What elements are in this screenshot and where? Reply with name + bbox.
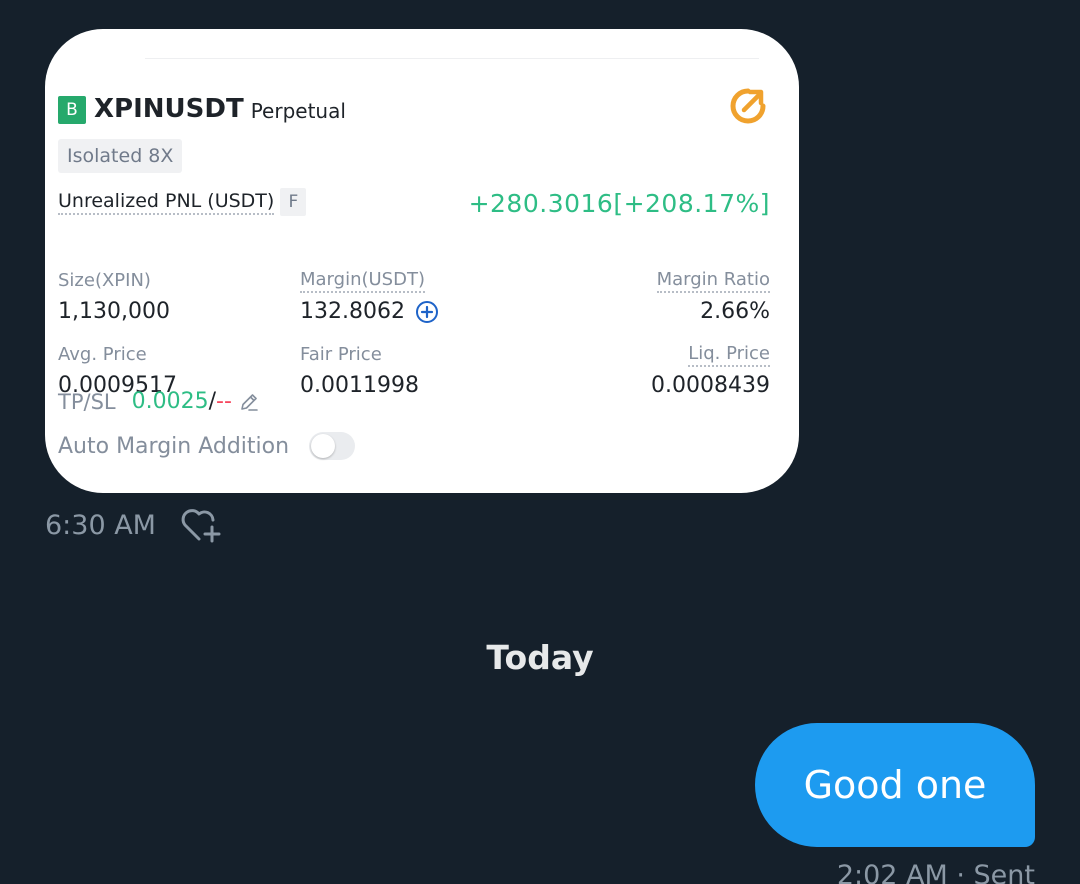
received-time: 6:30 AM <box>45 509 156 541</box>
pnl-label-row: Unrealized PNL (USDT) F <box>58 188 307 216</box>
margin-ratio-cell: Margin Ratio 2.66% <box>656 269 770 328</box>
share-arrow-icon[interactable] <box>727 85 769 127</box>
size-label: Size(XPIN) <box>58 270 151 291</box>
auto-margin-row: Auto Margin Addition <box>58 432 356 460</box>
margin-label: Margin(USDT) <box>300 269 425 293</box>
margin-value: 132.8062 <box>300 299 405 324</box>
liq-price-cell: Liq. Price 0.0008439 <box>651 343 770 402</box>
symbol-name: XPINUSDT <box>94 94 244 124</box>
received-meta-row: 6:30 AM <box>45 505 224 545</box>
symbol-row: B XPINUSDT Perpetual <box>58 94 346 124</box>
take-profit-value: 0.0025 <box>131 389 209 414</box>
fair-price-label: Fair Price <box>300 344 382 365</box>
position-screenshot-card[interactable]: B XPINUSDT Perpetual Isolated 8X Unreali… <box>45 29 799 493</box>
tpsl-separator: / <box>208 389 217 414</box>
margin-mode-tag: Isolated 8X <box>58 139 183 173</box>
sent-message-bubble[interactable]: Good one <box>755 723 1035 847</box>
tpsl-row: TP/SL 0.0025 / -- <box>58 389 260 414</box>
avg-price-label: Avg. Price <box>58 344 147 365</box>
contract-type: Perpetual <box>250 99 346 123</box>
pnl-value: +280.3016[+208.17%] <box>468 189 770 218</box>
buy-badge: B <box>58 96 86 124</box>
divider <box>145 58 759 59</box>
pnl-label: Unrealized PNL (USDT) <box>58 190 275 215</box>
day-separator: Today <box>486 638 594 677</box>
liq-price-label: Liq. Price <box>688 343 770 367</box>
stop-loss-value: -- <box>216 389 232 414</box>
margin-value-row: 132.8062 <box>300 296 439 328</box>
margin-ratio-label: Margin Ratio <box>656 269 770 293</box>
auto-margin-label: Auto Margin Addition <box>58 433 290 459</box>
auto-margin-toggle[interactable] <box>309 432 356 460</box>
heart-plus-icon[interactable] <box>178 505 224 545</box>
toggle-knob <box>311 434 336 458</box>
pnl-tag: F <box>280 188 307 216</box>
size-cell: Size(XPIN) 1,130,000 <box>58 269 170 328</box>
sent-message-meta: 2:02 AM · Sent <box>836 860 1035 884</box>
liq-price-value: 0.0008439 <box>651 373 770 398</box>
pencil-icon[interactable] <box>238 391 260 413</box>
margin-ratio-value: 2.66% <box>700 299 770 324</box>
dm-conversation: B XPINUSDT Perpetual Isolated 8X Unreali… <box>0 0 1080 884</box>
plus-circle-icon[interactable] <box>415 300 439 324</box>
size-value: 1,130,000 <box>58 299 170 324</box>
tpsl-label: TP/SL <box>58 389 116 414</box>
fair-price-value: 0.0011998 <box>300 373 419 398</box>
fair-price-cell: Fair Price 0.0011998 <box>300 343 419 402</box>
margin-cell: Margin(USDT) 132.8062 <box>300 269 439 328</box>
